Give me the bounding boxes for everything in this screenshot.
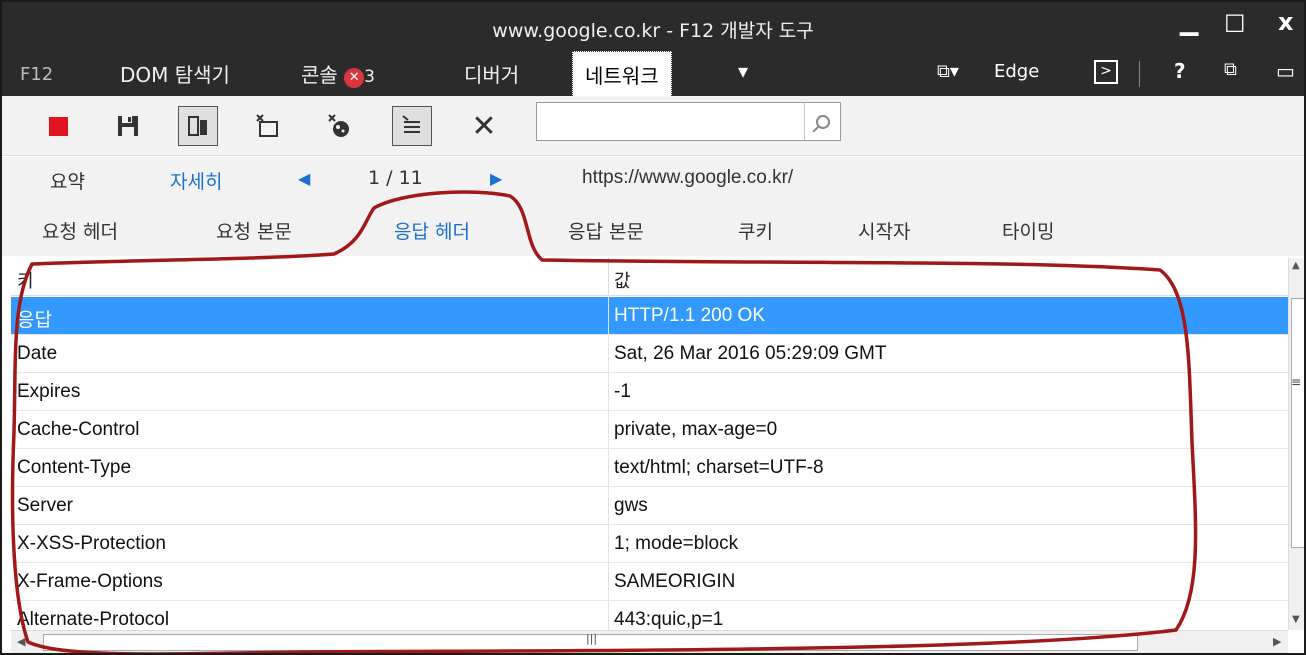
header-value-cell: Sat, 26 Mar 2016 05:29:09 GMT — [614, 343, 887, 364]
search-icon[interactable] — [804, 103, 840, 140]
header-key-cell: X-XSS-Protection — [17, 533, 166, 554]
tab-console[interactable]: 콘솔 ✕ 3 — [301, 59, 375, 88]
header-key-cell: 응답 — [17, 310, 52, 331]
header-key-cell: Date — [17, 343, 58, 364]
request-page-indicator: 1 / 11 — [368, 167, 423, 189]
search-field[interactable] — [536, 102, 841, 141]
column-header-key[interactable]: 키 — [17, 267, 34, 293]
clear-icon[interactable]: ✕ — [464, 106, 504, 146]
grip-icon: ||| — [586, 632, 598, 645]
table-row[interactable]: X-Frame-Options SAMEORIGIN — [11, 563, 1288, 601]
cell-divider — [608, 487, 609, 524]
previous-request-icon[interactable]: ◀ — [298, 169, 310, 188]
menu-divider — [1139, 61, 1140, 87]
tab-cookies[interactable]: 쿠키 — [738, 217, 773, 244]
detail-tabs: 요청 헤더 요청 본문 응답 헤더 응답 본문 쿠키 시작자 타이밍 — [2, 201, 1304, 256]
request-url: https://www.google.co.kr/ — [582, 167, 794, 188]
vertical-scrollbar[interactable]: ▲ ≡ ▼ — [1288, 258, 1304, 630]
tab-dom-explorer[interactable]: DOM 탐색기 — [120, 59, 230, 88]
cell-divider — [608, 563, 609, 600]
header-value-cell: HTTP/1.1 200 OK — [614, 305, 766, 326]
grid-header: 키 값 — [11, 258, 1288, 296]
more-tools-dropdown-icon[interactable]: ▾ — [738, 59, 748, 83]
cell-divider — [608, 525, 609, 562]
header-key-cell: X-Frame-Options — [17, 571, 163, 592]
header-value-cell: private, max-age=0 — [614, 419, 778, 440]
window-title: www.google.co.kr - F12 개발자 도구 — [492, 20, 814, 42]
tab-initiator[interactable]: 시작자 — [858, 217, 910, 244]
header-value-cell: SAMEORIGIN — [614, 571, 736, 592]
tab-timing[interactable]: 타이밍 — [1002, 217, 1054, 244]
header-value-cell: 443:quic,p=1 — [614, 609, 724, 630]
header-key-cell: Expires — [17, 381, 81, 402]
content-type-filter-icon[interactable] — [392, 106, 432, 146]
header-value-cell: text/html; charset=UTF-8 — [614, 457, 824, 478]
save-icon[interactable] — [108, 106, 148, 146]
emulation-mode[interactable]: Edge — [994, 61, 1039, 82]
cell-divider — [608, 335, 609, 372]
table-row[interactable]: Alternate-Protocol 443:quic,p=1 — [11, 601, 1288, 630]
console-error-count: 3 — [364, 67, 375, 87]
request-nav-bar: 요약 자세히 ◀ 1 / 11 ▶ https://www.google.co.… — [2, 157, 1304, 201]
table-row[interactable]: Content-Type text/html; charset=UTF-8 — [11, 449, 1288, 487]
header-key-cell: Alternate-Protocol — [17, 609, 170, 630]
cell-divider — [608, 449, 609, 486]
cell-divider — [608, 373, 609, 410]
tab-network[interactable]: 네트워크 — [572, 51, 672, 96]
emulation-device-icon[interactable]: ⧉▾ — [937, 61, 959, 82]
header-key-cell: Content-Type — [17, 457, 132, 478]
scroll-right-icon[interactable]: ▶ — [1273, 635, 1281, 648]
search-input[interactable] — [541, 107, 801, 136]
grip-icon: ≡ — [1291, 375, 1302, 389]
tool-menu-bar: F12 DOM 탐색기 콘솔 ✕ 3 디버거 네트워크 ▾ ⧉▾ Edge > ?… — [2, 51, 1304, 96]
clear-session-icon[interactable] — [248, 106, 288, 146]
horizontal-scrollbar[interactable]: ◀ ||| ▶ — [11, 630, 1288, 653]
column-divider[interactable] — [608, 258, 609, 296]
tab-debugger[interactable]: 디버거 — [464, 59, 519, 88]
table-row[interactable]: 응답 HTTP/1.1 200 OK — [11, 297, 1288, 335]
stop-record-icon[interactable] — [38, 106, 78, 146]
cell-divider — [608, 297, 609, 334]
clear-cache-icon[interactable] — [320, 106, 360, 146]
column-header-value[interactable]: 값 — [614, 267, 631, 293]
table-row[interactable]: Server gws — [11, 487, 1288, 525]
scroll-left-icon[interactable]: ◀ — [17, 635, 25, 648]
header-value-cell: -1 — [614, 381, 631, 402]
help-icon[interactable]: ? — [1174, 59, 1186, 83]
header-value-cell: gws — [614, 495, 648, 516]
undock-icon[interactable]: ⧉ — [1224, 59, 1237, 80]
tab-request-body[interactable]: 요청 본문 — [216, 217, 292, 244]
scroll-up-icon[interactable]: ▲ — [1292, 260, 1300, 271]
maximize-button[interactable]: ☐ — [1224, 10, 1246, 38]
table-row[interactable]: Cache-Control private, max-age=0 — [11, 411, 1288, 449]
cell-divider — [608, 411, 609, 448]
vertical-scroll-thumb[interactable] — [1291, 298, 1304, 548]
table-row[interactable]: Expires -1 — [11, 373, 1288, 411]
always-refresh-icon[interactable] — [178, 106, 218, 146]
header-key-cell: Server — [17, 495, 73, 516]
minimize-button[interactable]: ▁ — [1180, 8, 1198, 36]
dock-bottom-icon[interactable]: ▭ — [1276, 59, 1295, 83]
error-icon: ✕ — [344, 68, 365, 88]
scroll-down-icon[interactable]: ▼ — [1292, 614, 1300, 625]
console-toggle-icon[interactable]: > — [1094, 60, 1118, 84]
table-row[interactable]: Date Sat, 26 Mar 2016 05:29:09 GMT — [11, 335, 1288, 373]
header-value-cell: 1; mode=block — [614, 533, 739, 554]
devtools-window: www.google.co.kr - F12 개발자 도구 ▁ ☐ x F12 … — [0, 0, 1306, 655]
close-button[interactable]: x — [1278, 8, 1293, 36]
summary-tab[interactable]: 요약 — [50, 167, 85, 194]
cell-divider — [608, 601, 609, 630]
details-tab[interactable]: 자세히 — [170, 167, 222, 194]
response-headers-grid: 키 값 응답 HTTP/1.1 200 OK Date Sat, 26 Mar 201… — [11, 258, 1288, 630]
tab-response-body[interactable]: 응답 본문 — [568, 217, 644, 244]
next-request-icon[interactable]: ▶ — [490, 169, 502, 188]
title-bar: www.google.co.kr - F12 개발자 도구 ▁ ☐ x — [2, 2, 1304, 51]
tab-console-label: 콘솔 — [301, 63, 338, 87]
tab-response-headers[interactable]: 응답 헤더 — [394, 217, 470, 244]
f12-label: F12 — [20, 64, 54, 85]
header-key-cell: Cache-Control — [17, 419, 140, 440]
table-row[interactable]: X-XSS-Protection 1; mode=block — [11, 525, 1288, 563]
tab-request-headers[interactable]: 요청 헤더 — [42, 217, 118, 244]
